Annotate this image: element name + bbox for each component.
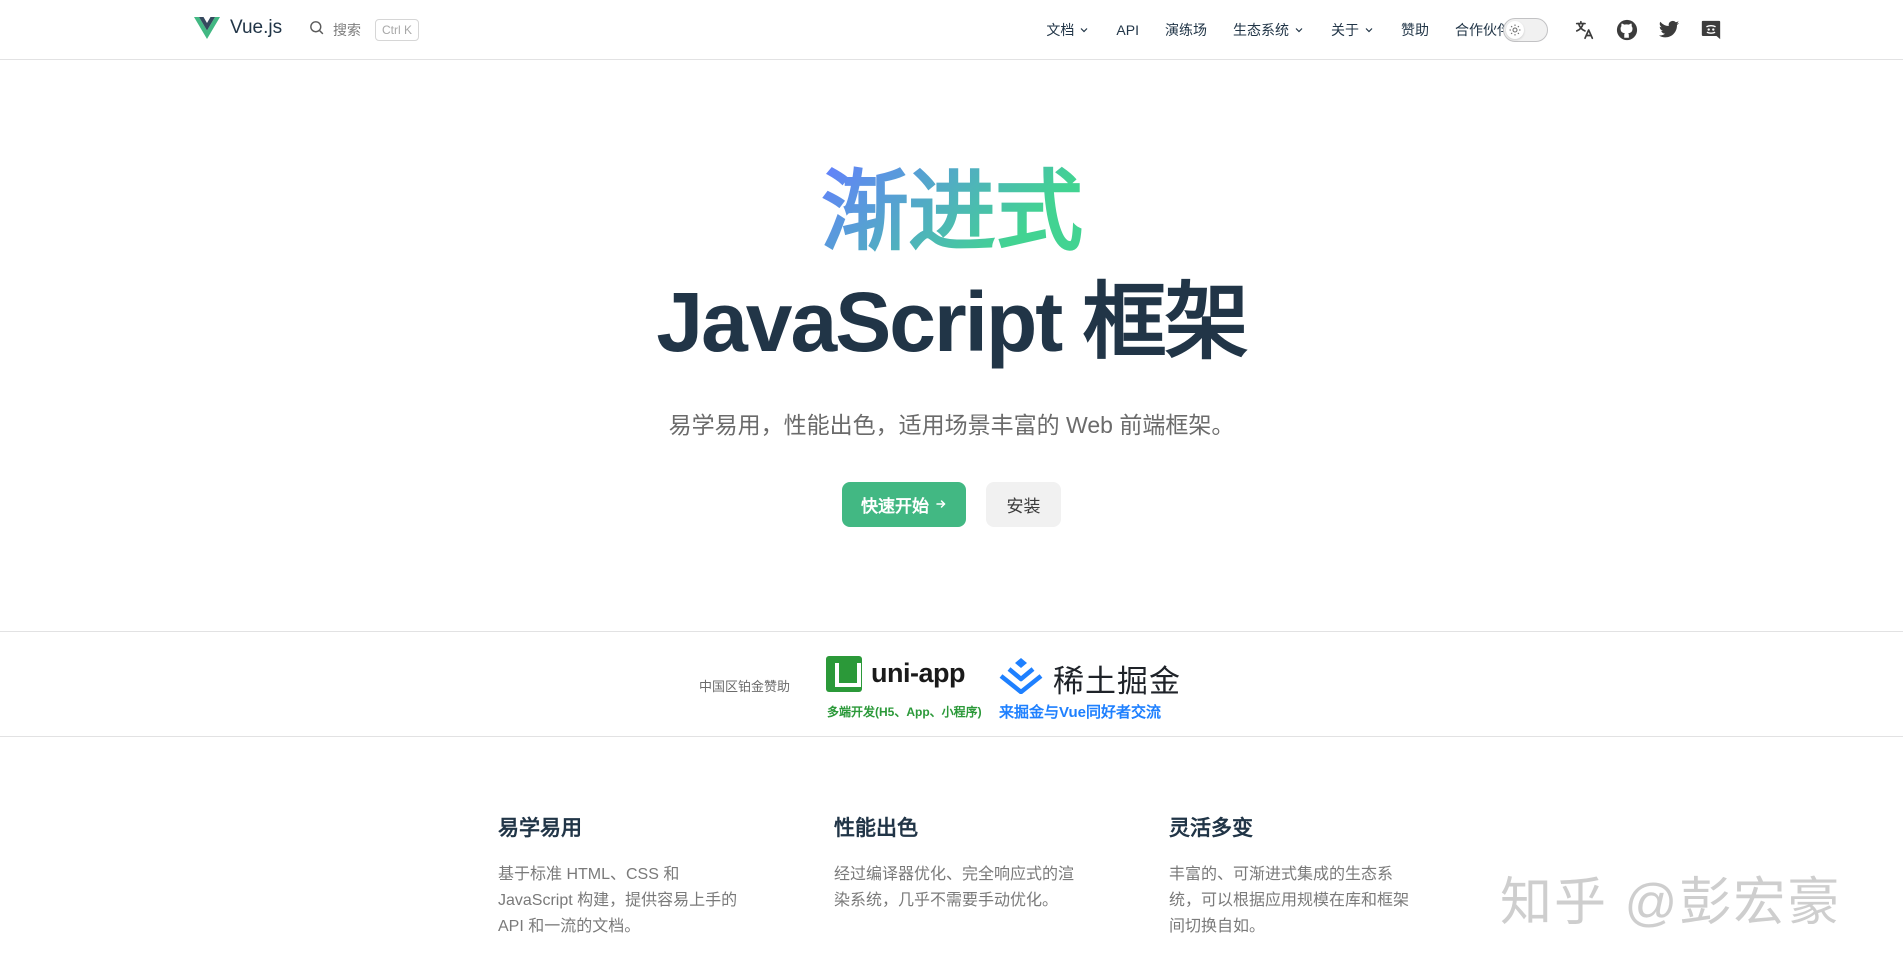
chevron-down-icon — [1078, 24, 1090, 36]
nav-item-label: 生态系统 — [1233, 22, 1289, 38]
hero-description: 易学易用，性能出色，适用场景丰富的 Web 前端框架。 — [668, 412, 1235, 438]
discord-icon[interactable] — [1700, 19, 1722, 41]
github-icon[interactable] — [1616, 19, 1638, 41]
sponsor-uniapp[interactable]: uni-app 多端开发(H5、App、小程序) — [826, 654, 982, 720]
watermark: 知乎 @彭宏豪 — [1500, 874, 1842, 932]
feature-title: 易学易用 — [498, 817, 582, 840]
feature-title: 灵活多变 — [1169, 817, 1253, 840]
feature-versatile: 灵活多变 丰富的、可渐进式集成的生态系统，可以根据应用规模在库和框架间切换自如。 — [1169, 812, 1409, 940]
feature-approachable: 易学易用 基于标准 HTML、CSS 和 JavaScript 构建，提供容易上… — [498, 812, 738, 940]
juejin-logo-icon — [998, 656, 1044, 699]
sponsor-label: 中国区铂金赞助 — [699, 679, 791, 694]
feature-text: 基于标准 HTML、CSS 和 JavaScript 构建，提供容易上手的 AP… — [498, 866, 738, 935]
search-label: 搜索 — [333, 22, 361, 38]
nav-item-label: 文档 — [1046, 22, 1075, 38]
home-link[interactable]: Vue.js — [194, 17, 282, 39]
juejin-name: 稀土掘金 — [1053, 664, 1181, 699]
get-started-label: 快速开始 — [861, 497, 929, 516]
nav-item-docs[interactable]: 文档 — [1046, 20, 1090, 40]
chevron-down-icon — [1363, 24, 1375, 36]
brand-title: Vue.js — [230, 17, 283, 38]
nav-item-label: 赞助 — [1401, 22, 1429, 38]
nav-tools — [1503, 0, 1722, 60]
hero-tagline: 渐进式 — [0, 168, 1903, 256]
uniapp-logo-icon — [826, 656, 862, 692]
hero-title: JavaScript 框架 — [656, 275, 1248, 369]
nav-item-ecosystem[interactable]: 生态系统 — [1233, 20, 1305, 40]
chevron-down-icon — [1293, 24, 1305, 36]
main-nav: 文档 API 演练场 生态系统 关于 赞助 合作伙伴 — [1046, 0, 1511, 60]
feature-text: 经过编译器优化、完全响应式的渲染系统，几乎不需要手动优化。 — [834, 866, 1075, 909]
search-button[interactable]: 搜索 Ctrl K — [308, 19, 419, 41]
nav-item-sponsor[interactable]: 赞助 — [1401, 20, 1429, 40]
twitter-icon[interactable] — [1658, 20, 1680, 40]
sponsor-juejin[interactable]: 稀土掘金 来掘金与Vue同好者交流 — [998, 654, 1183, 721]
uniapp-name: uni-app — [871, 658, 965, 688]
feature-performant: 性能出色 经过编译器优化、完全响应式的渲染系统，几乎不需要手动优化。 — [834, 812, 1074, 914]
install-button[interactable]: 安装 — [986, 482, 1061, 527]
search-icon — [308, 19, 325, 41]
translate-icon[interactable] — [1574, 19, 1596, 41]
feature-title: 性能出色 — [834, 817, 918, 840]
nav-item-label: 演练场 — [1165, 22, 1207, 38]
feature-text: 丰富的、可渐进式集成的生态系统，可以根据应用规模在库和框架间切换自如。 — [1169, 866, 1410, 935]
uniapp-subtitle: 多端开发(H5、App、小程序) — [827, 705, 982, 719]
nav-item-label: API — [1116, 22, 1139, 38]
get-started-button[interactable]: 快速开始 — [842, 482, 966, 527]
sun-icon — [1506, 21, 1524, 39]
juejin-subtitle: 来掘金与Vue同好者交流 — [999, 704, 1161, 721]
nav-item-about[interactable]: 关于 — [1331, 20, 1375, 40]
hero-tagline-text: 渐进式 — [820, 162, 1083, 261]
appearance-toggle[interactable] — [1503, 18, 1548, 42]
arrow-right-icon — [935, 495, 947, 515]
navbar: Vue.js 搜索 Ctrl K 文档 API 演练场 生态系统 关于 赞助 合… — [0, 0, 1903, 60]
hero-actions: 快速开始 安装 — [0, 482, 1903, 527]
platinum-sponsors: 中国区铂金赞助 uni-app 多端开发(H5、App、小程序) 稀土掘金 来掘… — [0, 631, 1903, 737]
search-shortcut-hint: Ctrl K — [375, 19, 419, 41]
nav-item-label: 关于 — [1331, 22, 1359, 38]
install-label: 安装 — [1006, 497, 1041, 516]
nav-item-api[interactable]: API — [1116, 22, 1139, 38]
vue-logo-icon — [194, 17, 220, 39]
nav-item-playground[interactable]: 演练场 — [1165, 20, 1207, 40]
